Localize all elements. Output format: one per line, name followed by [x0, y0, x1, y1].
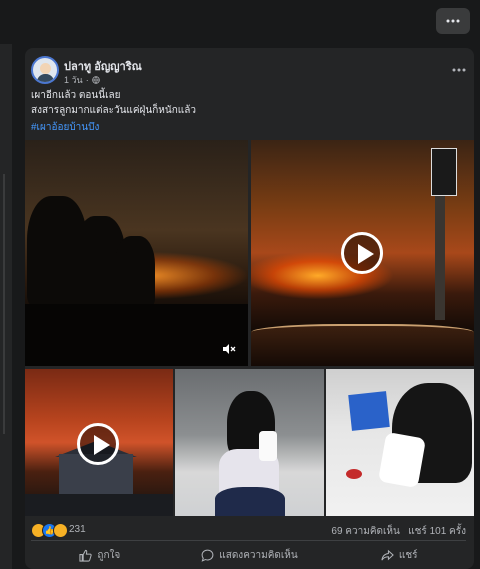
comments-shares: 69 ความคิดเห็น แชร์ 101 ครั้ง: [331, 524, 466, 539]
sad-reaction-icon: [53, 523, 68, 538]
comments-count[interactable]: 69 ความคิดเห็น: [331, 526, 399, 537]
play-icon[interactable]: [341, 232, 383, 274]
post-text-line: เผาอีกแล้ว ตอนนี้เลย: [31, 90, 121, 101]
play-icon[interactable]: [77, 423, 119, 465]
share-icon: [381, 549, 394, 560]
comment-icon: [201, 549, 214, 562]
photo-night-fire[interactable]: [25, 140, 248, 366]
globe-icon: [91, 76, 100, 84]
post-meta: 1 วัน ·: [64, 73, 100, 87]
post-text-line: สงสารลูกมากแต่ละวันแค่ฝุ่นก็หนักแล้ว: [31, 105, 196, 116]
post-time[interactable]: 1 วัน: [64, 73, 83, 87]
share-label: แชร์: [398, 549, 418, 561]
media-grid: [25, 140, 474, 516]
more-horizontal-icon: [452, 68, 466, 72]
video-roadside-fire[interactable]: [251, 140, 474, 366]
thumbs-up-icon: [79, 549, 93, 562]
video-sky-glow[interactable]: [25, 369, 173, 516]
avatar[interactable]: [31, 56, 59, 84]
left-panel-edge: [0, 44, 12, 569]
post-options-button[interactable]: [452, 60, 466, 75]
shares-count[interactable]: แชร์ 101 ครั้ง: [408, 526, 466, 537]
reaction-icons[interactable]: 👍: [31, 523, 68, 538]
share-button[interactable]: แชร์: [324, 542, 474, 568]
more-horizontal-icon: [446, 19, 460, 23]
post-card: ปลาทู อัญญาริณ 1 วัน · เผาอีกแล้ว ตอนนี้…: [25, 48, 474, 569]
like-button[interactable]: ถูกใจ: [25, 542, 175, 568]
left-panel-divider: [3, 174, 5, 434]
like-label: ถูกใจ: [97, 549, 121, 561]
post-text: เผาอีกแล้ว ตอนนี้เลย สงสารลูกมากแต่ละวัน…: [31, 88, 466, 118]
comment-button[interactable]: แสดงความคิดเห็น: [175, 542, 325, 568]
reactions-count[interactable]: 231: [69, 524, 86, 535]
post-stats: 👍 231 69 ความคิดเห็น แชร์ 101 ครั้ง: [31, 522, 466, 540]
actions-divider: [31, 540, 466, 541]
post-actions: ถูกใจ แสดงความคิดเห็น แชร์: [25, 542, 474, 568]
photo-child-tissue[interactable]: [175, 369, 324, 516]
photo-child-nosebleed[interactable]: [326, 369, 474, 516]
hashtag-link[interactable]: #เผาอ้อยบ้านบึง: [31, 120, 99, 135]
post-header: ปลาทู อัญญาริณ 1 วัน ·: [31, 56, 466, 90]
page-more-button[interactable]: [436, 8, 470, 34]
mute-icon[interactable]: [222, 343, 236, 358]
comment-label: แสดงความคิดเห็น: [219, 549, 298, 561]
